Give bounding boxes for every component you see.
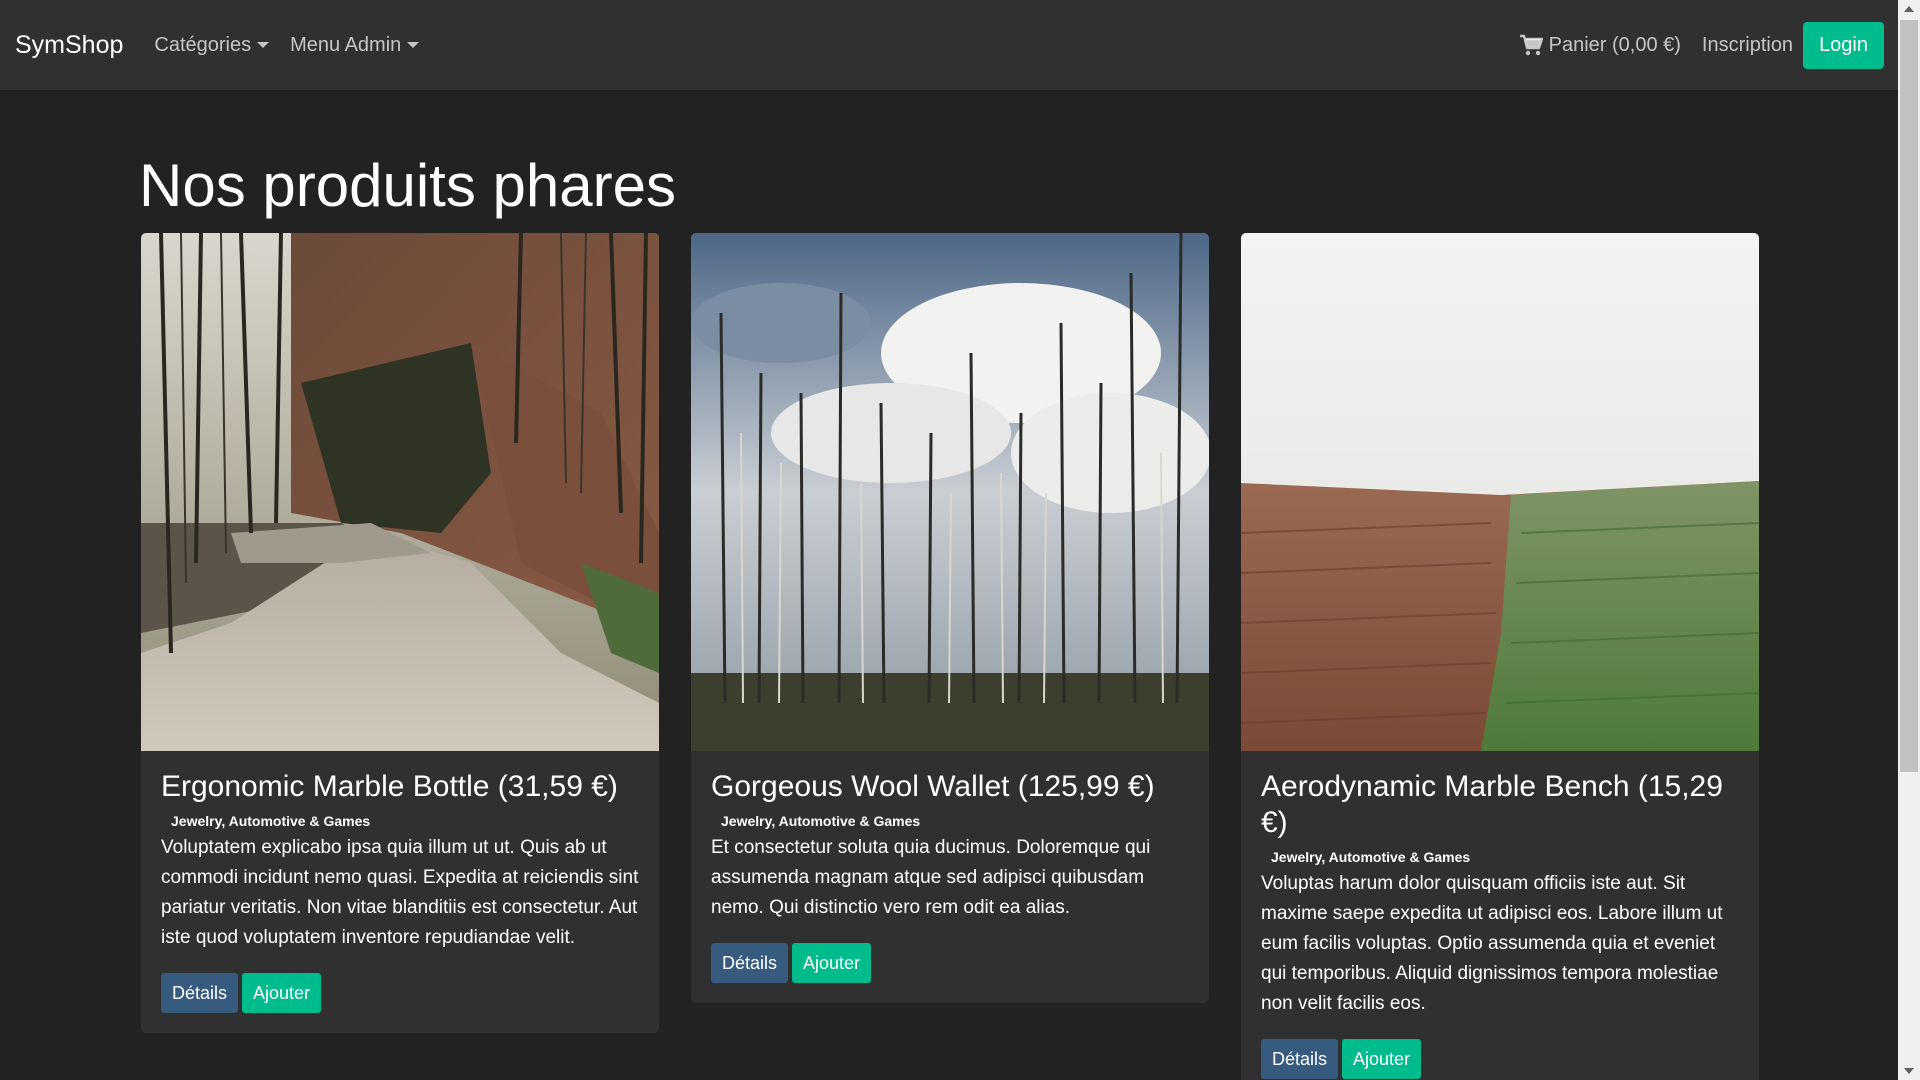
- product-description: Voluptas harum dolor quisquam officiis i…: [1261, 873, 1723, 1014]
- product-card-list: Ergonomic Marble Bottle (31,59 €) Jewelr…: [141, 233, 1759, 1080]
- product-card: Ergonomic Marble Bottle (31,59 €) Jewelr…: [141, 233, 659, 1033]
- app-root: SymShop Catégories Menu Admin Panier (0,…: [0, 0, 1920, 1080]
- admin-menu-label: Menu Admin: [290, 33, 402, 56]
- shopping-cart-icon: [1519, 34, 1543, 56]
- product-card-body: Gorgeous Wool Wallet (125,99 €) Jewelry,…: [691, 751, 1209, 1003]
- details-button[interactable]: Détails: [1261, 1039, 1339, 1079]
- caret-down-icon: [407, 42, 420, 48]
- product-image-dead-forest[interactable]: [691, 233, 1209, 751]
- add-to-cart-button[interactable]: Ajouter: [242, 973, 322, 1013]
- product-actions: Détails Ajouter: [161, 973, 639, 1013]
- nav-right-group: Panier (0,00 €) Inscription Login: [1519, 21, 1884, 69]
- add-to-cart-button[interactable]: Ajouter: [792, 943, 872, 983]
- page-scrollbar[interactable]: [1898, 0, 1920, 1080]
- categories-dropdown[interactable]: Catégories: [154, 33, 270, 57]
- scroll-up-arrow-icon[interactable]: [1904, 6, 1914, 12]
- details-button[interactable]: Détails: [161, 973, 239, 1013]
- brand-link[interactable]: SymShop: [15, 31, 123, 60]
- product-card: Aerodynamic Marble Bench (15,29 €) Jewel…: [1241, 233, 1759, 1080]
- cart-label: Panier (0,00 €): [1548, 33, 1681, 56]
- login-button[interactable]: Login: [1803, 21, 1884, 69]
- product-description: Et consectetur soluta quia ducimus. Dolo…: [711, 837, 1151, 918]
- page-title: Nos produits phares: [139, 152, 676, 219]
- product-card: Gorgeous Wool Wallet (125,99 €) Jewelry,…: [691, 233, 1209, 1003]
- top-navbar: SymShop Catégories Menu Admin Panier (0,…: [0, 0, 1898, 90]
- scroll-down-arrow-icon[interactable]: [1904, 1068, 1914, 1074]
- details-button[interactable]: Détails: [711, 943, 789, 983]
- product-actions: Détails Ajouter: [1261, 1039, 1739, 1079]
- product-category: Jewelry, Automotive & Games: [721, 813, 921, 829]
- product-title: Aerodynamic Marble Bench (15,29 €): [1261, 770, 1723, 839]
- cart-link[interactable]: Panier (0,00 €): [1519, 34, 1681, 57]
- product-actions: Détails Ajouter: [711, 943, 1189, 983]
- categories-label: Catégories: [154, 33, 252, 56]
- product-description: Voluptatem explicabo ipsa quia illum ut …: [161, 837, 639, 948]
- signup-link[interactable]: Inscription: [1702, 34, 1793, 57]
- product-category: Jewelry, Automotive & Games: [171, 813, 371, 829]
- product-card-body: Ergonomic Marble Bottle (31,59 €) Jewelr…: [141, 751, 659, 1033]
- add-to-cart-button[interactable]: Ajouter: [1342, 1039, 1422, 1079]
- product-image-forest-road[interactable]: [141, 233, 659, 751]
- product-card-body: Aerodynamic Marble Bench (15,29 €) Jewel…: [1241, 751, 1759, 1080]
- product-category: Jewelry, Automotive & Games: [1271, 849, 1471, 865]
- admin-menu-dropdown[interactable]: Menu Admin: [290, 33, 420, 57]
- product-title: Ergonomic Marble Bottle (31,59 €): [161, 770, 618, 803]
- product-title: Gorgeous Wool Wallet (125,99 €): [711, 770, 1155, 803]
- caret-down-icon: [257, 42, 270, 48]
- product-image-field[interactable]: [1241, 233, 1759, 751]
- scrollbar-thumb[interactable]: [1900, 20, 1918, 772]
